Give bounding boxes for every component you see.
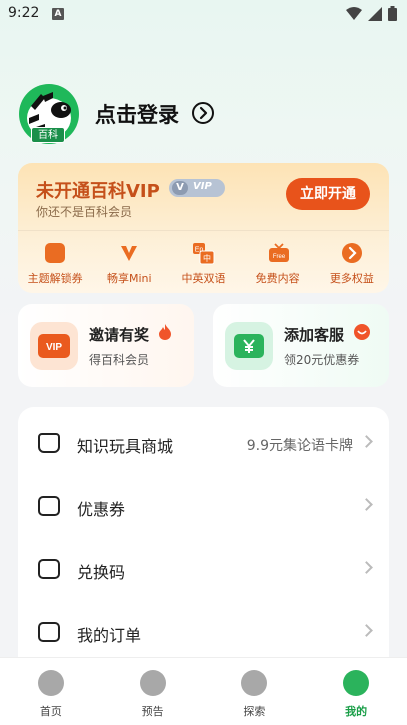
open-vip-button[interactable]: 立即开通 bbox=[286, 178, 370, 210]
profile-icon bbox=[343, 670, 370, 696]
notification-icon: A bbox=[52, 8, 64, 20]
menu-item-value: 9.9元集论语卡牌 bbox=[246, 438, 353, 454]
menu-item-label: 优惠券 bbox=[77, 500, 126, 519]
nav-label: 首页 bbox=[39, 705, 62, 718]
benefit-theme-unlock[interactable]: 主题解锁券 bbox=[20, 239, 90, 286]
menu-item-label: 知识玩具商城 bbox=[77, 437, 174, 456]
add-service-card[interactable]: 添加客服 领20元优惠券 bbox=[213, 304, 389, 387]
divider bbox=[18, 230, 389, 231]
vip-subtitle: 你还不是百科会员 bbox=[36, 205, 133, 219]
theme-icon bbox=[45, 243, 66, 263]
vip-ticket-icon: VIP bbox=[30, 322, 78, 370]
shop-icon bbox=[38, 433, 60, 453]
exchange-icon bbox=[38, 559, 60, 579]
menu-item-label: 我的订单 bbox=[77, 626, 142, 645]
coupon-yuan-icon bbox=[225, 322, 273, 370]
menu-item-redeem-code[interactable]: 兑换码 bbox=[18, 537, 389, 600]
invite-reward-card[interactable]: VIP 邀请有奖 得百科会员 bbox=[18, 304, 194, 387]
clock-icon bbox=[139, 670, 166, 696]
mini-v-icon bbox=[119, 243, 139, 263]
status-bar: 9:22 A bbox=[0, 0, 407, 28]
battery-icon bbox=[388, 6, 397, 21]
nav-label: 预告 bbox=[141, 705, 164, 718]
vip-v-icon: V bbox=[172, 181, 188, 195]
red-smile-badge-icon bbox=[354, 324, 370, 340]
benefit-mini[interactable]: 畅享Mini bbox=[94, 239, 164, 286]
vip-title: 未开通百科VIP bbox=[36, 181, 160, 202]
home-icon bbox=[37, 670, 64, 696]
benefit-free-content[interactable]: Free 免费内容 bbox=[243, 239, 313, 286]
free-tv-icon: Free bbox=[268, 243, 289, 263]
coupon-icon bbox=[38, 496, 60, 516]
nav-explore[interactable]: 探索 bbox=[204, 658, 306, 725]
invite-reward-title: 邀请有奖 bbox=[89, 326, 150, 344]
order-list-icon bbox=[38, 622, 60, 642]
chevron-right-circle-icon[interactable] bbox=[192, 102, 214, 124]
fire-icon bbox=[159, 324, 171, 340]
vip-badge-label: VIP bbox=[193, 181, 212, 192]
invite-reward-subtitle: 得百科会员 bbox=[89, 353, 150, 367]
benefit-label: 中英双语 bbox=[181, 272, 226, 285]
status-time: 9:22 bbox=[8, 5, 40, 21]
avatar-badge: 百科 bbox=[31, 127, 65, 143]
signal-icon bbox=[368, 6, 382, 21]
add-service-subtitle: 领20元优惠券 bbox=[284, 353, 360, 367]
bottom-nav: 首页 预告 探索 我的 bbox=[0, 657, 407, 725]
nav-preview[interactable]: 预告 bbox=[102, 658, 204, 725]
benefit-label: 主题解锁券 bbox=[27, 272, 83, 285]
add-service-title: 添加客服 bbox=[284, 326, 345, 344]
bilingual-zh-text: 中 bbox=[203, 253, 211, 263]
nav-home[interactable]: 首页 bbox=[0, 658, 102, 725]
benefit-label: 更多权益 bbox=[329, 272, 374, 285]
vip-ticket-text: VIP bbox=[46, 342, 62, 353]
benefit-more[interactable]: 更多权益 bbox=[317, 239, 387, 286]
wifi-icon bbox=[346, 6, 362, 20]
benefit-label: 免费内容 bbox=[255, 272, 300, 285]
compass-icon bbox=[241, 670, 268, 696]
menu-item-toy-mall[interactable]: 知识玩具商城 9.9元集论语卡牌 bbox=[18, 411, 389, 474]
vip-benefits: 主题解锁券 畅享Mini En 中 中英双语 Free 免费内容 更多权益 bbox=[18, 239, 389, 286]
more-arrow-icon bbox=[341, 243, 362, 263]
chevron-right-icon bbox=[360, 561, 373, 574]
nav-label: 我的 bbox=[345, 705, 368, 718]
chevron-right-icon bbox=[360, 435, 373, 448]
chevron-right-icon bbox=[360, 624, 373, 637]
menu-item-coupons[interactable]: 优惠券 bbox=[18, 474, 389, 537]
nav-label: 探索 bbox=[243, 705, 266, 718]
chevron-right-icon bbox=[360, 498, 373, 511]
benefit-label: 畅享Mini bbox=[106, 272, 152, 285]
vip-card[interactable]: 未开通百科VIP V VIP 你还不是百科会员 立即开通 主题解锁券 畅享Min… bbox=[18, 163, 389, 293]
vip-badge: V VIP bbox=[169, 179, 225, 197]
benefit-bilingual[interactable]: En 中 中英双语 bbox=[168, 239, 238, 286]
menu-list: 知识玩具商城 9.9元集论语卡牌 优惠券 兑换码 我的订单 bbox=[18, 407, 389, 667]
menu-item-label: 兑换码 bbox=[77, 563, 126, 582]
free-tv-text: Free bbox=[272, 254, 285, 260]
menu-item-orders[interactable]: 我的订单 bbox=[18, 600, 389, 663]
nav-mine[interactable]: 我的 bbox=[305, 658, 407, 725]
bilingual-icon: En 中 bbox=[193, 243, 215, 265]
bilingual-en-text: En bbox=[195, 247, 204, 254]
login-link[interactable]: 点击登录 bbox=[95, 99, 179, 129]
